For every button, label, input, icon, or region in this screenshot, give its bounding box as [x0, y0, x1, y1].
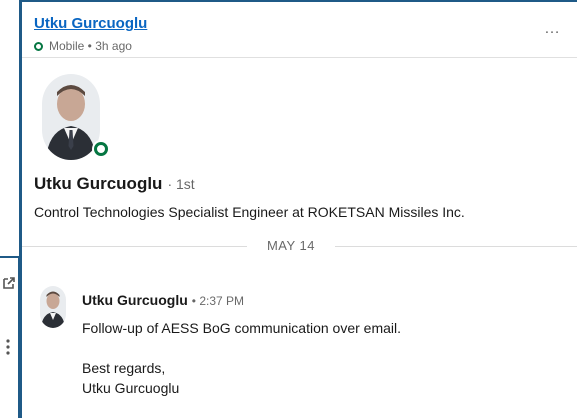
divider-line-right — [335, 246, 577, 247]
rail-top — [0, 0, 19, 256]
presence-status: Mobile • 3h ago — [49, 39, 132, 53]
more-options-button[interactable]: … — [544, 20, 561, 38]
contact-name-link[interactable]: Utku Gurcuoglu — [34, 15, 147, 32]
presence-row: Mobile • 3h ago — [34, 39, 132, 53]
message-body: Follow-up of AESS BoG communication over… — [82, 318, 562, 398]
conversation-panel: Utku Gurcuoglu Mobile • 3h ago … Utku Gu… — [20, 0, 577, 418]
external-link-icon[interactable] — [2, 276, 16, 290]
profile-name-row: Utku Gurcuoglu · 1st — [34, 174, 195, 194]
connection-degree: · 1st — [167, 176, 195, 192]
message-avatar[interactable] — [40, 286, 66, 328]
message-line: Follow-up of AESS BoG communication over… — [82, 320, 402, 336]
divider-line-left — [22, 246, 247, 247]
message-sender-name[interactable]: Utku Gurcuoglu — [82, 292, 188, 308]
online-status-icon — [92, 140, 110, 158]
rail-divider — [0, 256, 20, 258]
message-header: Utku Gurcuoglu • 2:37 PM — [82, 292, 244, 308]
messaging-window: Utku Gurcuoglu Mobile • 3h ago … Utku Gu… — [0, 0, 577, 418]
message-line: Utku Gurcuoglu — [82, 380, 180, 396]
profile-name[interactable]: Utku Gurcuoglu — [34, 174, 162, 194]
side-rail — [0, 0, 20, 418]
date-divider: MAY 14 — [22, 234, 577, 258]
more-vertical-icon[interactable] — [3, 338, 13, 356]
presence-icon — [34, 41, 43, 51]
message-line: Best regards, — [82, 360, 166, 376]
message-sender-photo — [40, 286, 66, 328]
date-label: MAY 14 — [266, 238, 316, 253]
message-timestamp: • 2:37 PM — [191, 294, 245, 308]
profile-headline: Control Technologies Specialist Engineer… — [34, 204, 465, 220]
conversation-header: Utku Gurcuoglu Mobile • 3h ago … — [22, 2, 577, 58]
